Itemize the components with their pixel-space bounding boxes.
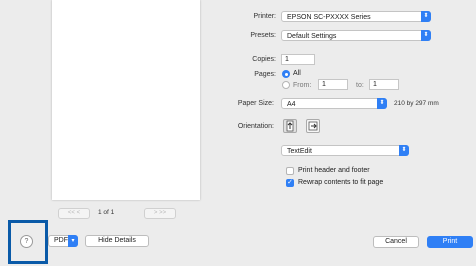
presets-select[interactable]: Default Settings ⬍ xyxy=(281,30,431,41)
checkmark-icon: ✓ xyxy=(287,179,293,186)
chevron-updown-icon: ⬍ xyxy=(399,145,409,156)
portrait-orientation-button[interactable] xyxy=(283,119,297,133)
printer-select[interactable]: EPSON SC-PXXXX Series ⬍ xyxy=(281,11,431,22)
app-section-select[interactable]: TextEdit ⬍ xyxy=(281,145,409,156)
rewrap-label: Rewrap contents to fit page xyxy=(298,179,384,186)
hide-details-button[interactable]: Hide Details xyxy=(85,235,149,247)
landscape-orientation-button[interactable] xyxy=(306,119,320,133)
chevron-updown-icon: ⬍ xyxy=(421,11,431,22)
pages-to-input[interactable]: 1 xyxy=(369,79,399,90)
pdf-menu-button[interactable]: PDF ▾ xyxy=(48,235,78,247)
pages-label: Pages: xyxy=(254,71,276,78)
chevron-down-icon: ▾ xyxy=(68,235,78,247)
pages-range-radio[interactable] xyxy=(282,81,290,89)
portrait-icon xyxy=(286,120,294,132)
chevron-updown-icon: ⬍ xyxy=(377,98,387,109)
paper-size-label: Paper Size: xyxy=(237,100,274,107)
paper-size-select[interactable]: A4 ⬍ xyxy=(281,98,387,109)
orientation-label: Orientation: xyxy=(237,123,274,130)
page-indicator: 1 of 1 xyxy=(98,209,115,216)
pages-from-input[interactable]: 1 xyxy=(318,79,348,90)
rewrap-checkbox[interactable]: ✓ xyxy=(286,179,294,187)
next-page-button[interactable]: > >> xyxy=(144,208,176,219)
pages-from-label: From: xyxy=(293,82,312,89)
pages-all-radio[interactable] xyxy=(282,70,290,78)
previous-page-button[interactable]: << < xyxy=(58,208,90,219)
pages-to-label: to: xyxy=(356,82,364,89)
printer-label: Printer: xyxy=(253,13,276,20)
copies-label: Copies: xyxy=(252,56,276,63)
help-highlight-box xyxy=(8,220,48,264)
app-section-value: TextEdit xyxy=(287,148,312,155)
landscape-icon xyxy=(308,121,318,131)
print-header-footer-checkbox[interactable] xyxy=(286,167,294,175)
print-header-footer-label: Print header and footer xyxy=(298,167,370,174)
copies-input[interactable]: 1 xyxy=(281,54,315,65)
print-button[interactable]: Print xyxy=(427,236,473,248)
printer-value: EPSON SC-PXXXX Series xyxy=(287,14,371,21)
paper-dimensions: 210 by 297 mm xyxy=(394,100,439,107)
cancel-button[interactable]: Cancel xyxy=(373,236,419,248)
chevron-updown-icon: ⬍ xyxy=(421,30,431,41)
pages-all-label: All xyxy=(293,70,301,77)
presets-label: Presets: xyxy=(250,32,276,39)
presets-value: Default Settings xyxy=(287,33,337,40)
paper-size-value: A4 xyxy=(287,101,296,108)
pdf-label: PDF xyxy=(54,237,68,244)
